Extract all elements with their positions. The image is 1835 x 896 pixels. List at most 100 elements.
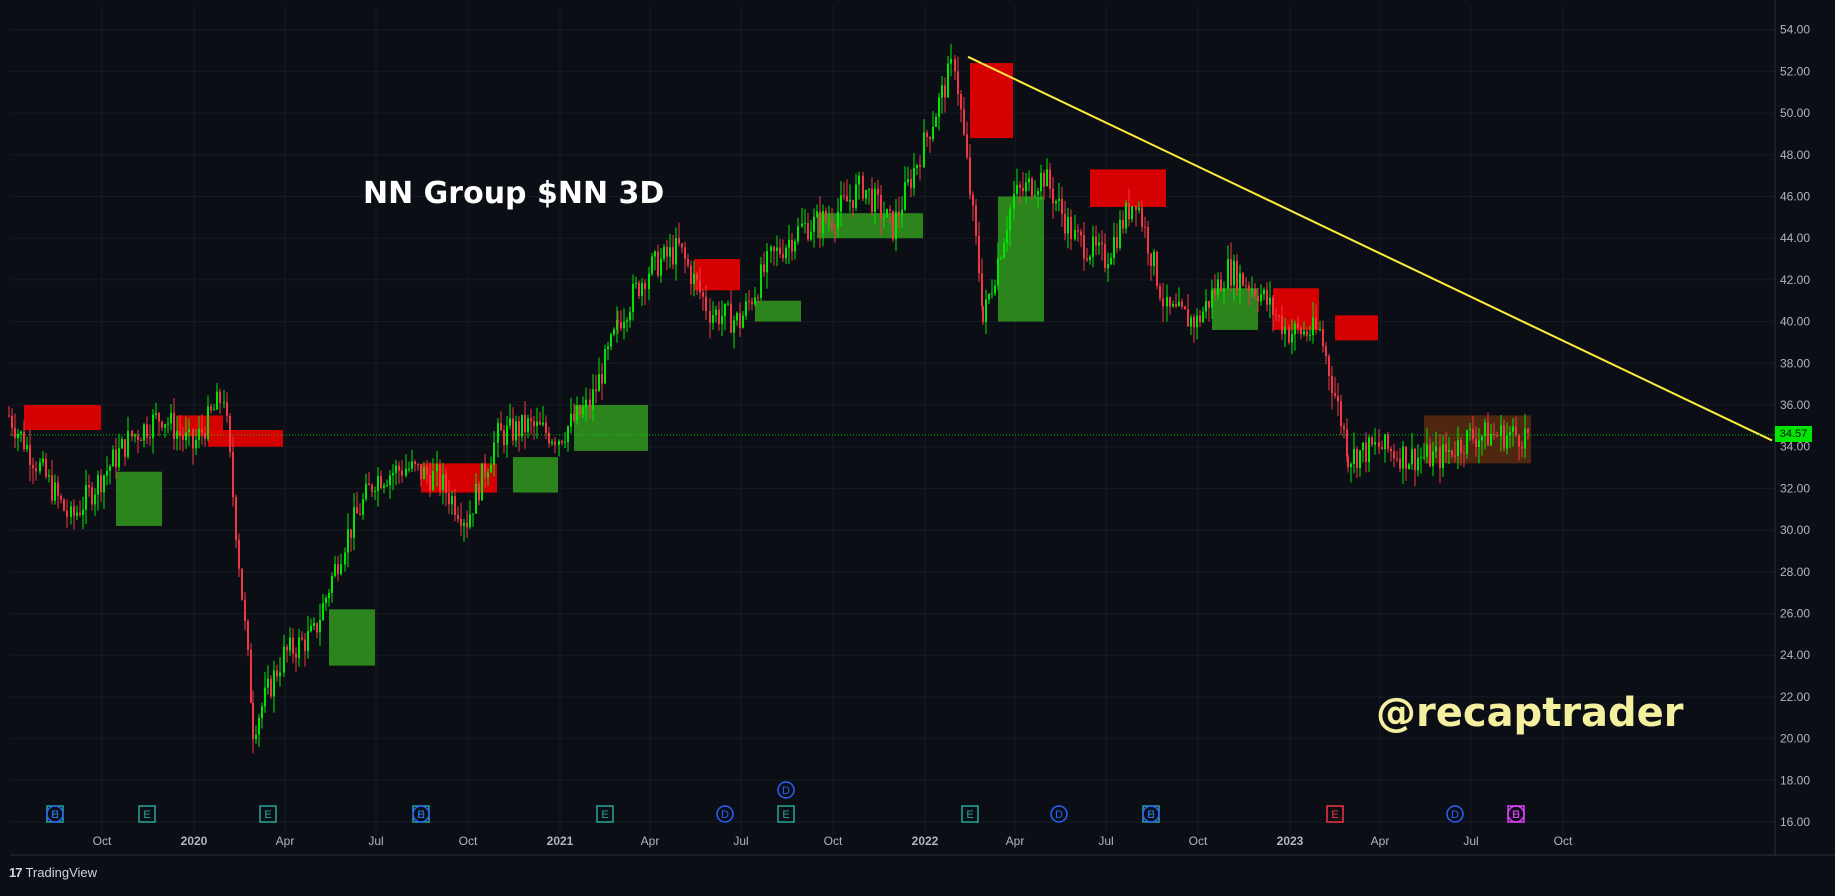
candle-body [42,458,44,463]
candle-body [558,440,560,445]
candle-body [585,399,587,408]
event-marker-label: D [1055,809,1063,821]
candle-body [542,422,544,425]
candle-body [63,499,65,511]
candle-body [954,58,956,72]
candle-body [1396,458,1398,460]
candle-body [941,85,943,98]
candle-body [267,678,269,688]
candle-body [1337,396,1339,402]
x-tick-label: 2022 [912,834,939,848]
candle-body [1245,285,1247,287]
candle-body [947,63,949,98]
x-tick-label: Jul [368,834,383,848]
candle-body [1365,442,1367,463]
candle-body [140,439,142,441]
candle-body [1503,425,1505,449]
candle-body [11,415,13,429]
candle-body [1175,304,1177,307]
candle-body [241,568,243,600]
candle-body [1181,301,1183,307]
candle-body [521,414,523,437]
candle-body [1236,261,1238,291]
candle-body [840,195,842,212]
candle-body [383,485,385,488]
candle-body [1515,426,1517,436]
candle-body [310,625,312,632]
candle-body [216,391,218,410]
candle-body [1147,226,1149,254]
candle-body [1184,306,1186,310]
candle-body [417,464,419,466]
candle-body [255,734,257,740]
candle-body [960,93,962,110]
candle-body [1257,296,1259,302]
candle-body [1037,191,1039,195]
candle-body [545,422,547,434]
candle-body [773,246,775,251]
candle-body [182,435,184,440]
candle-body [1070,216,1072,240]
candle-body [1408,464,1410,469]
candle-body [497,423,499,443]
candle-body [1022,187,1024,192]
candle-body [1359,450,1361,468]
candle-body [1217,279,1219,295]
zone-box [513,457,558,493]
event-marker-label: D [51,809,59,821]
candle-body [901,209,903,216]
price-chart[interactable]: 54.00 52.00 50.00 48.00 46.00 44.00 42.00 40.00… [0,0,1835,891]
tradingview-logo[interactable]: 17 TradingView [9,865,97,880]
candle-body [79,512,81,515]
candle-body [1463,452,1465,454]
candle-body [1381,447,1383,450]
candle-body [660,258,662,276]
candle-body [1328,356,1330,376]
candle-body [247,621,249,650]
candle-body [423,467,425,480]
candle-body [331,576,333,594]
candle-body [641,282,643,297]
candle-body [727,303,729,305]
candle-body [944,85,946,98]
tradingview-logo-text: TradingView [25,865,98,880]
candle-body [1000,257,1002,259]
candle-body [283,646,285,673]
candle-body [910,178,912,189]
candle-body [651,256,653,274]
candle-body [929,137,931,140]
candle-body [966,134,968,158]
candle-body [229,416,231,452]
candle-body [414,461,416,465]
candle-body [1303,331,1305,335]
candle-body [35,468,37,472]
candle-body [1278,315,1280,317]
candle-body [1368,437,1370,463]
candle-body [173,412,175,440]
x-tick-label: Oct [459,834,478,848]
candle-body [1426,444,1428,457]
candle-body [582,407,584,415]
candle-body [696,273,698,281]
candle-body [871,188,873,212]
candle-body [718,309,720,324]
candle-body [1420,457,1422,459]
y-tick-label: 54.00 [1780,23,1810,37]
candle-body [445,474,447,493]
candle-body [1356,448,1358,468]
candle-body [207,406,209,439]
x-tick-label: Jul [733,834,748,848]
candle-body [648,273,650,290]
candle-body [794,241,796,252]
candle-body [149,437,151,439]
candle-body [530,418,532,421]
candle-body [29,444,31,466]
candle-body [1451,450,1453,456]
candle-body [567,426,569,442]
candle-body [592,389,594,410]
candle-body [831,220,833,228]
candle-body [365,483,367,500]
candle-body [635,282,637,284]
event-marker-label: D [417,809,425,821]
y-tick-label: 46.00 [1780,190,1810,204]
